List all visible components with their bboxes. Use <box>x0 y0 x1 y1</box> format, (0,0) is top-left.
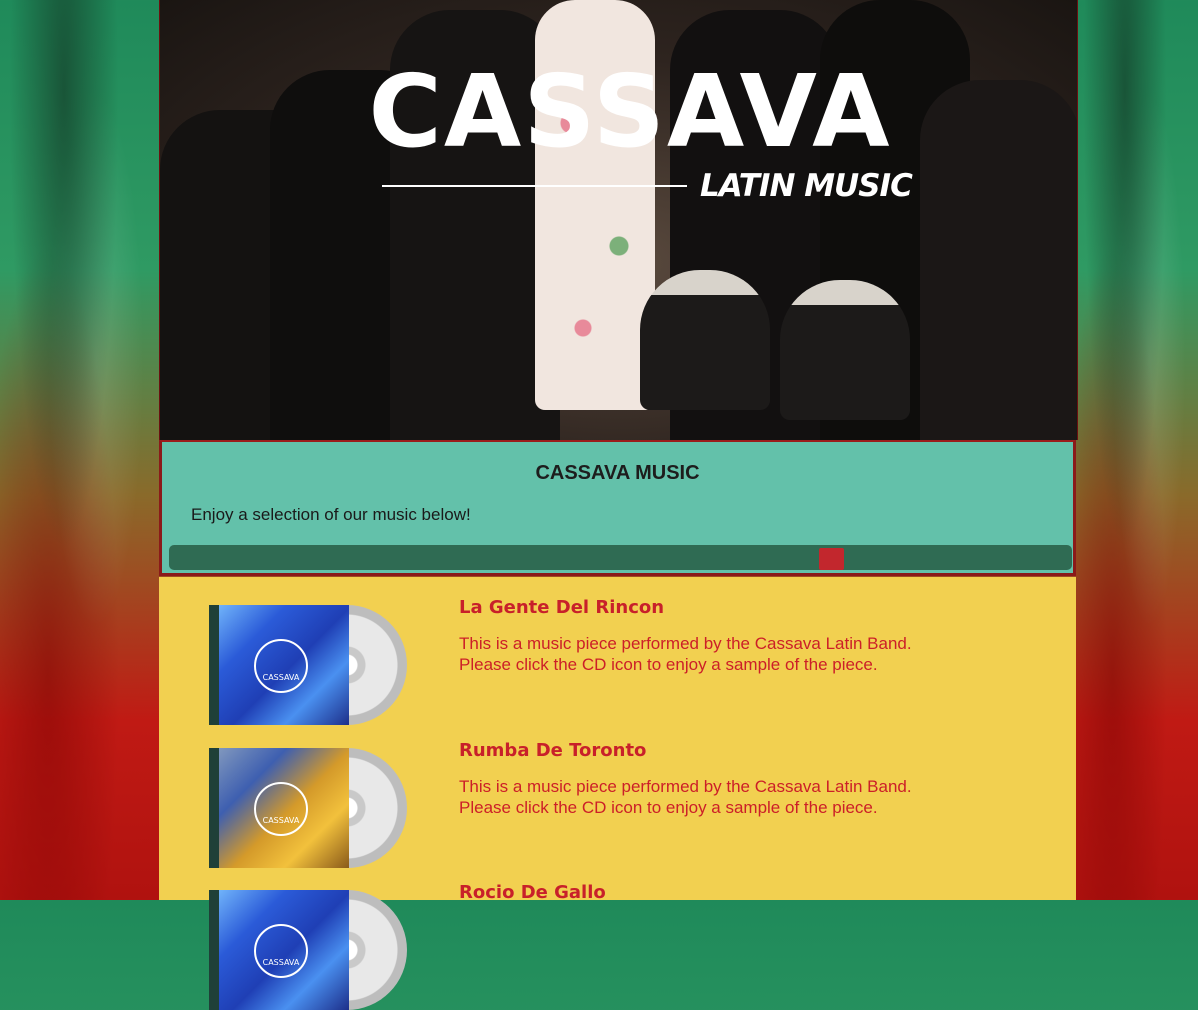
scrollbar-thumb[interactable] <box>819 548 844 570</box>
track-item: CASSAVA Rocio De Gallo <box>159 862 1076 1010</box>
hero-banner-photo: CASSAVA LATIN MUSIC <box>159 0 1078 440</box>
section-subtitle: Enjoy a selection of our music below! <box>191 505 471 524</box>
cd-case-spine <box>209 890 219 1010</box>
track-description-line: Please click the CD icon to enjoy a samp… <box>459 798 878 817</box>
cd-icon[interactable]: CASSAVA <box>209 890 407 1010</box>
track-item: CASSAVA La Gente Del Rincon This is a mu… <box>159 577 1076 725</box>
track-description-line: This is a music piece performed by the C… <box>459 777 912 796</box>
track-description-line: Please click the CD icon to enjoy a samp… <box>459 655 878 674</box>
track-description-line: This is a music piece performed by the C… <box>459 634 912 653</box>
cd-logo-badge: CASSAVA <box>254 924 308 978</box>
cd-case-spine <box>209 748 219 868</box>
background-left-art <box>0 0 160 900</box>
track-title: La Gente Del Rincon <box>459 597 665 618</box>
track-title: Rumba De Toronto <box>459 740 647 761</box>
logo-title: CASSAVA <box>368 53 892 170</box>
music-list: CASSAVA La Gente Del Rincon This is a mu… <box>159 577 1076 1010</box>
conga-drum <box>780 280 910 420</box>
cd-logo-badge: CASSAVA <box>254 782 308 836</box>
logo-divider <box>382 185 687 187</box>
section-title: CASSAVA MUSIC <box>535 462 700 484</box>
page-container: CASSAVA LATIN MUSIC CASSAVA MUSIC Enjoy … <box>159 0 1078 1010</box>
track-item: CASSAVA Rumba De Toronto This is a music… <box>159 720 1076 868</box>
conga-drum <box>640 270 770 410</box>
cd-icon[interactable]: CASSAVA <box>209 605 407 725</box>
cd-icon[interactable]: CASSAVA <box>209 748 407 868</box>
horizontal-scrollbar[interactable] <box>169 545 1072 570</box>
cd-case-spine <box>209 605 219 725</box>
background-right-art <box>1076 0 1198 900</box>
cd-logo-badge: CASSAVA <box>254 639 308 693</box>
logo-subtitle: LATIN MUSIC <box>700 168 913 204</box>
track-description: This is a music piece performed by the C… <box>459 776 979 818</box>
music-intro-panel: CASSAVA MUSIC Enjoy a selection of our m… <box>159 440 1076 576</box>
band-member-silhouette <box>920 80 1077 440</box>
track-description: This is a music piece performed by the C… <box>459 633 979 675</box>
